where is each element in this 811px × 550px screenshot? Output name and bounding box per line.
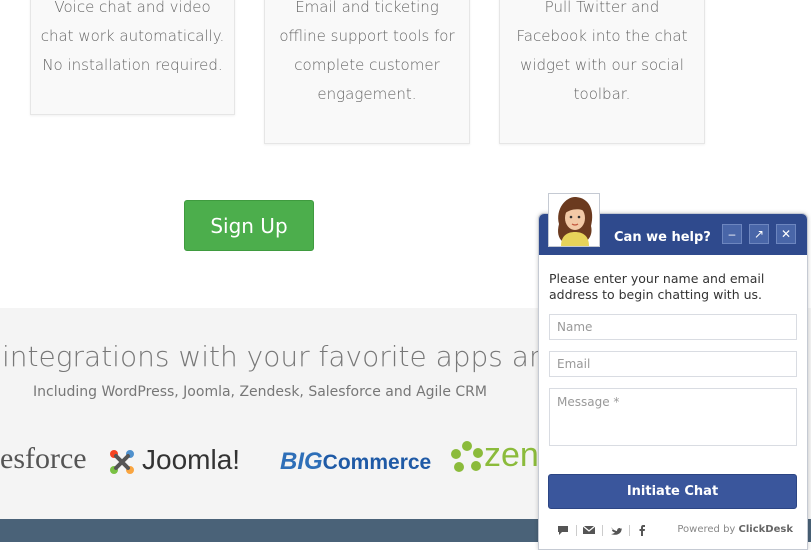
feature-text-line: Email and ticketing [295, 0, 439, 16]
bigcommerce-logo-big: BIG [280, 448, 323, 475]
feature-text-line: offline support tools for [279, 27, 455, 45]
toolbar-divider [602, 525, 603, 536]
email-icon[interactable] [582, 523, 596, 537]
popout-button[interactable]: ↗ [749, 224, 769, 244]
chat-title: Can we help? [614, 230, 711, 245]
zendesk-icon [450, 440, 484, 474]
joomla-logo-text: Joomla! [142, 444, 241, 475]
email-input[interactable]: Email [549, 351, 797, 377]
powered-by-prefix: Powered by [677, 524, 736, 535]
twitter-icon[interactable] [609, 523, 623, 537]
sign-up-button[interactable]: Sign Up [184, 200, 314, 251]
chat-widget: Can we help? – ↗ ✕ Please enter your nam… [538, 213, 808, 550]
salesforce-logo-text: esforce [0, 442, 87, 475]
feature-text-line: chat work automatically. [40, 27, 225, 45]
feature-text-line: Facebook into the chat [516, 27, 688, 45]
chat-footer-toolbar: Powered by ClickDesk [539, 519, 807, 541]
zendesk-logo: zen [450, 436, 539, 475]
message-textarea[interactable]: Message * [549, 388, 797, 446]
feature-text-line: complete customer [294, 56, 440, 74]
bigcommerce-logo: BIGCommerce [280, 448, 431, 476]
chat-intro-text: Please enter your name and email address… [549, 271, 765, 302]
integrations-subtitle: Including WordPress, Joomla, Zendesk, Sa… [33, 384, 487, 400]
powered-by-brand[interactable]: ClickDesk [739, 524, 793, 535]
chat-icon[interactable] [556, 523, 570, 537]
powered-by-label[interactable]: Powered by ClickDesk [677, 524, 793, 535]
joomla-icon [106, 446, 138, 478]
zendesk-logo-text: zen [484, 436, 539, 474]
bigcommerce-logo-commerce: Commerce [322, 451, 432, 474]
feature-card-email: Email and ticketing offline support tool… [264, 0, 470, 144]
feature-card-social: Pull Twitter and Facebook into the chat … [499, 0, 705, 144]
feature-text-line: engagement. [317, 85, 417, 103]
agent-avatar [548, 193, 600, 247]
salesforce-logo: esforce [0, 442, 87, 476]
toolbar-divider [629, 525, 630, 536]
initiate-chat-button[interactable]: Initiate Chat [548, 474, 797, 509]
feature-text-line: Pull Twitter and [544, 0, 660, 16]
integrations-title: integrations with your favorite apps and… [2, 340, 592, 373]
feature-text-line: toolbar. [573, 85, 631, 103]
toolbar-divider [576, 525, 577, 536]
joomla-logo: Joomla! [106, 444, 240, 478]
name-input[interactable]: Name [549, 314, 797, 340]
feature-text-line: No installation required. [42, 56, 223, 74]
feature-text-line: Voice chat and video [54, 0, 211, 16]
feature-text-line: widget with our social [520, 56, 684, 74]
facebook-icon[interactable] [635, 523, 649, 537]
close-button[interactable]: ✕ [776, 224, 796, 244]
feature-card-voice: Voice chat and video chat work automatic… [30, 0, 235, 115]
minimize-button[interactable]: – [722, 224, 742, 244]
